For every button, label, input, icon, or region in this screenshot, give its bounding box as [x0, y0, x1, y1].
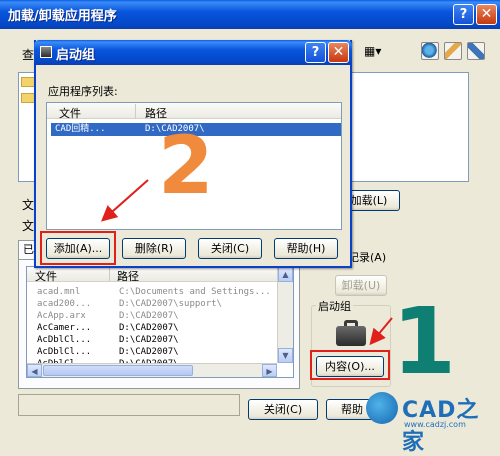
step-one-number: 1	[392, 288, 457, 395]
arrow-to-add	[101, 179, 149, 222]
arrow-to-contents	[369, 317, 393, 346]
step-two-number: 2	[158, 119, 214, 212]
watermark-logo	[366, 392, 398, 424]
watermark-url: www.cadzj.com	[404, 420, 466, 429]
